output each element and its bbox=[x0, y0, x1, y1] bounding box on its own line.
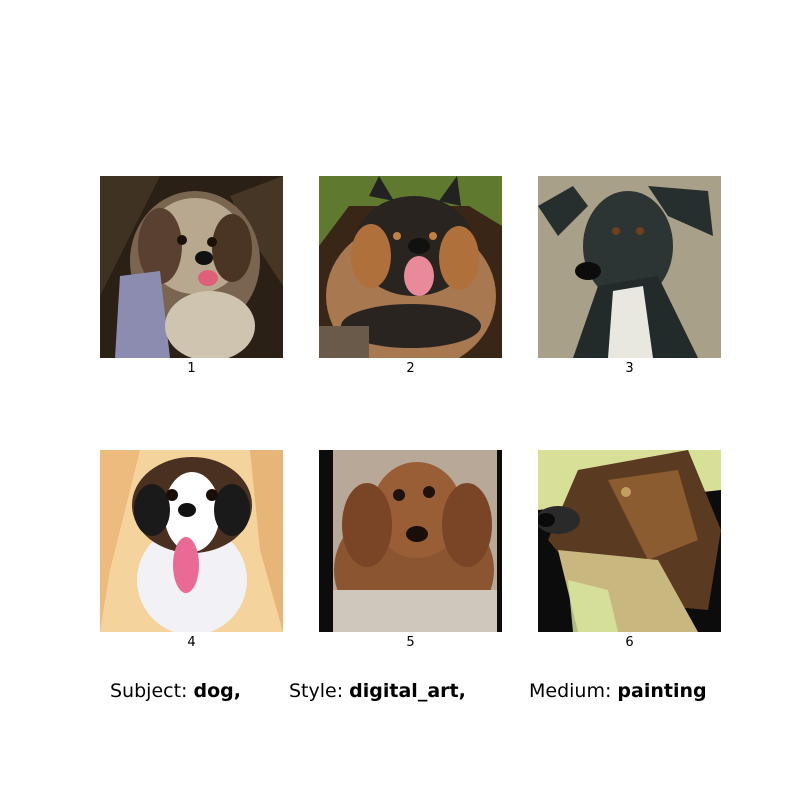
image-6-label: 6 bbox=[625, 635, 634, 650]
style-value: digital_art, bbox=[349, 680, 466, 702]
image-4-label: 4 bbox=[187, 635, 196, 650]
style-key: Style: bbox=[289, 680, 344, 702]
subject-value: dog, bbox=[193, 680, 241, 702]
image-5-dog-painting bbox=[319, 450, 502, 632]
image-1-label: 1 bbox=[187, 361, 196, 376]
medium-caption: Medium: painting bbox=[529, 680, 707, 702]
style-caption: Style: digital_art, bbox=[289, 680, 466, 702]
image-5-label: 5 bbox=[406, 635, 415, 650]
image-4-dog-painting bbox=[100, 450, 283, 632]
subject-caption: Subject: dog, bbox=[110, 680, 241, 702]
subject-key: Subject: bbox=[110, 680, 188, 702]
image-6-dog-painting bbox=[538, 450, 721, 632]
image-1-dog-painting bbox=[100, 176, 283, 358]
medium-value: painting bbox=[617, 680, 707, 702]
image-3-dog-painting bbox=[538, 176, 721, 358]
image-3-label: 3 bbox=[625, 361, 634, 376]
image-2-label: 2 bbox=[406, 361, 415, 376]
image-2-dog-painting bbox=[319, 176, 502, 358]
medium-key: Medium: bbox=[529, 680, 612, 702]
